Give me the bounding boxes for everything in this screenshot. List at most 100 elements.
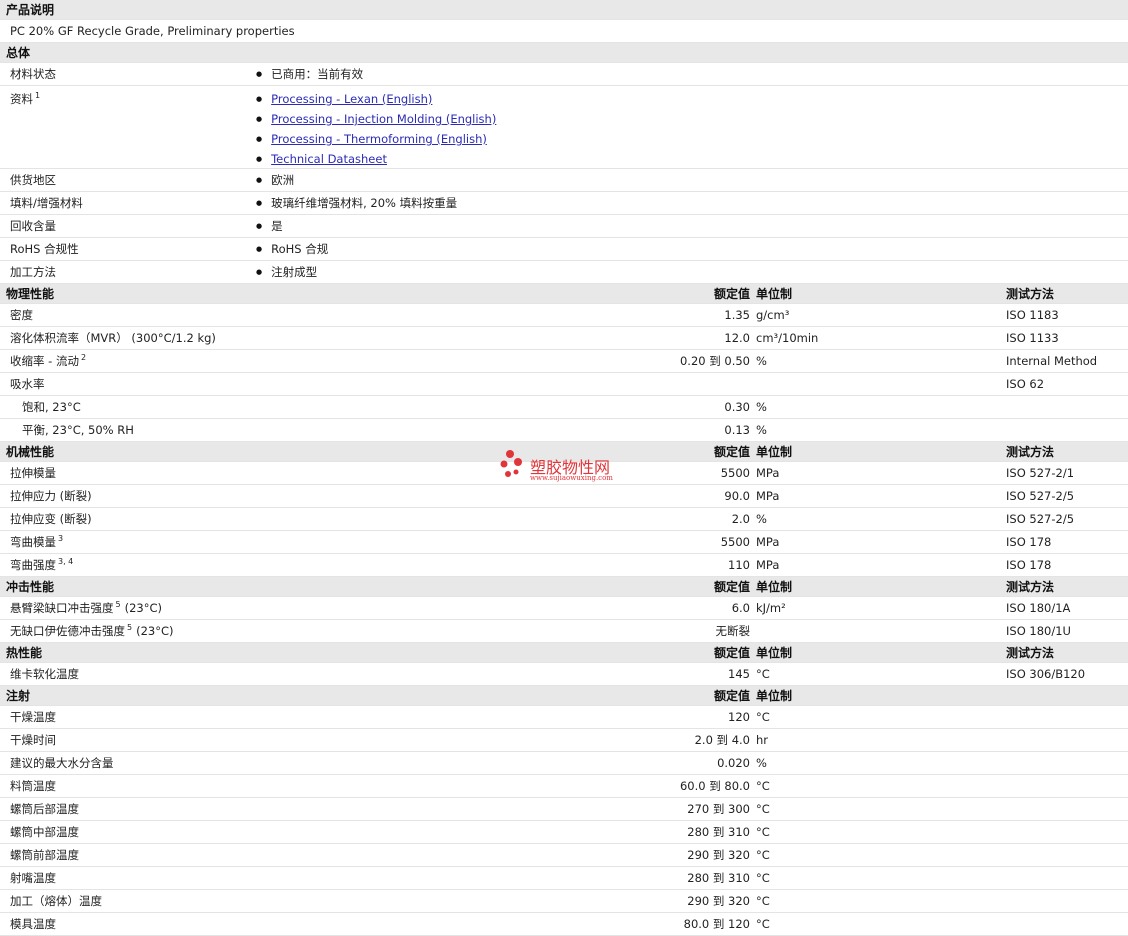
- property-label: 弯曲模量 3: [10, 531, 63, 554]
- property-label-text: 悬臂梁缺口冲击强度: [10, 601, 114, 615]
- section-header-impact: 冲击性能 额定值 单位制 测试方法: [0, 577, 1128, 597]
- docs-label-text: 资料: [10, 92, 33, 106]
- column-header-nominal: 额定值: [713, 287, 750, 301]
- unit-value: g/cm³: [756, 308, 790, 322]
- property-value: 注射成型: [256, 261, 317, 286]
- property-label: 干燥时间: [10, 729, 56, 752]
- property-label: 建议的最大水分含量: [10, 752, 114, 775]
- property-label-text: 模具温度: [10, 917, 56, 931]
- test-method: ISO 178: [1006, 535, 1052, 549]
- nominal-value: 290 到 320: [687, 894, 750, 908]
- property-label-text: 拉伸模量: [10, 466, 56, 480]
- mechanical-row: 弯曲强度 3, 4 110 MPa ISO 178: [0, 554, 1128, 577]
- property-label: 无缺口伊佐德冲击强度 5 (23°C): [10, 620, 173, 643]
- injection-row: 干燥温度 120 °C: [0, 706, 1128, 729]
- test-method: ISO 527-2/5: [1006, 489, 1075, 503]
- column-header-test: 测试方法: [1006, 287, 1055, 301]
- nominal-value: 145: [728, 667, 750, 681]
- document-link-item: Technical Datasheet: [256, 149, 496, 169]
- test-method: ISO 178: [1006, 558, 1052, 572]
- column-header-test: 测试方法: [1006, 445, 1055, 459]
- test-method: ISO 62: [1006, 377, 1045, 391]
- nominal-value: 0.30: [724, 400, 750, 414]
- property-label: 拉伸应力 (断裂): [10, 485, 92, 508]
- test-method: ISO 527-2/5: [1006, 512, 1075, 526]
- nominal-value: 90.0: [724, 489, 750, 503]
- section-title: 热性能: [6, 646, 43, 660]
- property-label: 资料 1: [10, 88, 40, 111]
- document-link-item: Processing - Thermoforming (English): [256, 129, 496, 149]
- injection-row: 螺筒前部温度 290 到 320 °C: [0, 844, 1128, 867]
- nominal-value: 270 到 300: [687, 802, 750, 816]
- unit-value: °C: [756, 848, 770, 862]
- property-label: RoHS 合规性: [10, 242, 79, 256]
- property-label-text: 加工（熔体）温度: [10, 894, 102, 908]
- property-value: RoHS 合规: [256, 238, 328, 263]
- property-label-text: 拉伸应力 (断裂): [10, 489, 92, 503]
- property-label-text: 建议的最大水分含量: [10, 756, 114, 770]
- unit-value: %: [756, 400, 767, 414]
- physical-row: 溶化体积流率（MVR） (300°C/1.2 kg) 12.0 cm³/10min I…: [0, 327, 1128, 350]
- section-title: 总体: [6, 46, 31, 60]
- physical-row: 收缩率 - 流动 2 0.20 到 0.50% Internal Method: [0, 350, 1128, 373]
- section-header-physical: 物理性能 额定值 单位制 测试方法: [0, 284, 1128, 304]
- property-label: 溶化体积流率（MVR） (300°C/1.2 kg): [10, 327, 216, 350]
- document-link[interactable]: Technical Datasheet: [271, 152, 387, 166]
- footnote-marker: 1: [35, 91, 41, 101]
- property-label-text: 饱和, 23°C: [22, 400, 81, 414]
- unit-value: °C: [756, 894, 770, 908]
- unit-value: %: [756, 512, 767, 526]
- section-title: 机械性能: [6, 445, 55, 459]
- column-header-test: 测试方法: [1006, 580, 1055, 594]
- section-header-description: 产品说明: [0, 0, 1128, 20]
- property-label: 加工方法: [10, 265, 56, 279]
- unit-value: MPa: [756, 489, 780, 503]
- property-label: 密度: [10, 304, 33, 327]
- general-row-rohs: RoHS 合规性 RoHS 合规: [0, 238, 1128, 261]
- thermal-row: 维卡软化温度 145 °C ISO 306/B120: [0, 663, 1128, 686]
- nominal-value: 0.20 到 0.50: [679, 354, 750, 368]
- general-row-recycle: 回收含量 是: [0, 215, 1128, 238]
- document-link[interactable]: Processing - Injection Molding (English): [271, 112, 496, 126]
- unit-value: %: [756, 354, 767, 368]
- footnote-marker: 5: [127, 623, 133, 633]
- property-label: 悬臂梁缺口冲击强度 5 (23°C): [10, 597, 162, 620]
- injection-row: 加工（熔体）温度 290 到 320 °C: [0, 890, 1128, 913]
- unit-value: °C: [756, 871, 770, 885]
- nominal-value: 1.35: [724, 308, 750, 322]
- property-label: 弯曲强度 3, 4: [10, 554, 73, 577]
- property-label-text: 弯曲强度: [10, 558, 56, 572]
- description-text: PC 20% GF Recycle Grade, Preliminary pro…: [10, 24, 295, 38]
- nominal-value: 12.0: [724, 331, 750, 345]
- physical-row: 平衡, 23°C, 50% RH 0.13%: [0, 419, 1128, 442]
- property-label: 料筒温度: [10, 775, 56, 798]
- watermark-url: www.sujiaowuxing.com: [530, 474, 613, 482]
- nominal-value: 60.0 到 80.0: [679, 779, 750, 793]
- nominal-value: 6.0: [731, 601, 750, 615]
- test-method: ISO 306/B120: [1006, 667, 1086, 681]
- property-label: 平衡, 23°C, 50% RH: [22, 419, 134, 442]
- test-method: ISO 1183: [1006, 308, 1059, 322]
- property-label-text: 螺筒后部温度: [10, 802, 79, 816]
- unit-value: %: [756, 423, 767, 437]
- document-link[interactable]: Processing - Lexan (English): [271, 92, 432, 106]
- nominal-value: 280 到 310: [687, 825, 750, 839]
- nominal-value: 80.0 到 120: [683, 917, 750, 931]
- property-value: 欧洲: [256, 169, 294, 194]
- column-header-nominal: 额定值: [713, 689, 750, 703]
- document-link[interactable]: Processing - Thermoforming (English): [271, 132, 487, 146]
- footnote-marker: 2: [80, 353, 87, 363]
- property-label: 干燥温度: [10, 706, 56, 729]
- property-label: 饱和, 23°C: [22, 396, 81, 419]
- impact-row: 无缺口伊佐德冲击强度 5 (23°C) 无断裂 ISO 180/1U: [0, 620, 1128, 643]
- nominal-value: 290 到 320: [687, 848, 750, 862]
- property-label-text: 螺筒中部温度: [10, 825, 79, 839]
- property-label-text: 密度: [10, 308, 33, 322]
- section-title: 注射: [6, 689, 31, 703]
- property-label-text: 干燥温度: [10, 710, 56, 724]
- unit-value: °C: [756, 710, 770, 724]
- column-header-unit: 单位制: [756, 646, 793, 660]
- general-row-region: 供货地区 欧洲: [0, 169, 1128, 192]
- injection-row: 模具温度 80.0 到 120 °C: [0, 913, 1128, 936]
- document-link-item: Processing - Lexan (English): [256, 89, 496, 109]
